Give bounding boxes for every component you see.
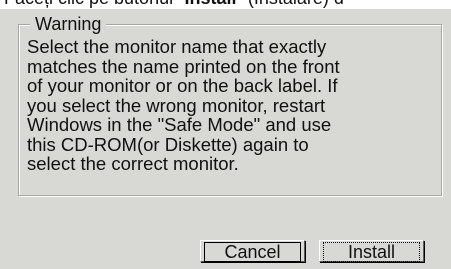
install-button[interactable]: Install [319,240,424,262]
instruction-text-bold: Install [184,0,236,8]
screenshot-stage: Faceți clic pe butonul "Install" (Instal… [0,0,451,269]
warning-group-title: Warning [30,13,107,35]
cancel-button-label: Cancel [204,242,301,262]
cancel-button[interactable]: Cancel [200,240,305,262]
monitor-warning-dialog: Warning Select the monitor name that exa… [0,8,451,269]
install-button-label: Install [323,242,420,262]
warning-message: Select the monitor name that exactly mat… [27,36,340,174]
instruction-text-suffix: " (Instalare) d [237,0,344,8]
instruction-text-prefix: Faceți clic pe butonul " [4,0,184,8]
